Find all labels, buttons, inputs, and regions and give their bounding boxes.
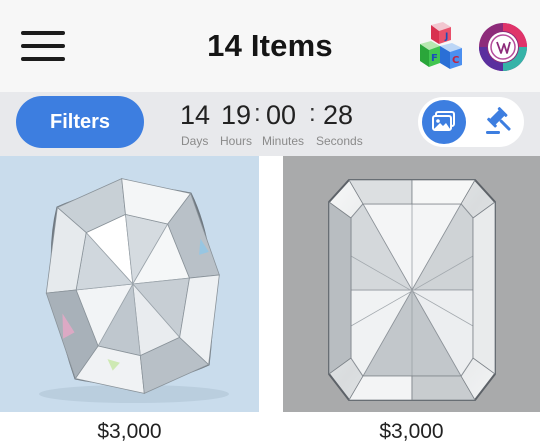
product-price: $3,000 (97, 420, 162, 443)
abc-blocks-icon[interactable]: J F C (416, 22, 466, 72)
countdown-seconds: 28 (323, 100, 354, 130)
toolbar: Filters 14 19 : 00 : 28 Days Hours Minut… (0, 92, 540, 156)
block-letter-c: C (452, 55, 459, 66)
gallery-view-button[interactable] (422, 100, 466, 144)
countdown-separator: : (309, 100, 316, 127)
countdown-separator: : (254, 100, 261, 127)
radiant-diamond-image (328, 179, 496, 401)
countdown-minutes-label: Minutes (262, 134, 305, 148)
countdown-hours-label: Hours (220, 134, 253, 148)
view-toggle (418, 97, 524, 147)
countdown-days: 14 (180, 100, 211, 130)
countdown-hours: 19 (221, 100, 252, 130)
auction-view-button[interactable] (474, 100, 518, 144)
gallery-view-icon (432, 111, 455, 131)
filters-button[interactable]: Filters (16, 96, 144, 148)
page-title: 14 Items (207, 28, 333, 63)
product-card[interactable]: $3,000 (283, 156, 540, 444)
product-image[interactable] (283, 156, 540, 412)
countdown-days-label: Days (181, 134, 209, 148)
brand-logo-icon[interactable] (478, 22, 528, 72)
menu-icon[interactable] (21, 30, 65, 62)
block-letter-j: J (444, 32, 448, 42)
app-header: 14 Items J F C (0, 0, 540, 92)
auction-gavel-icon (486, 107, 511, 134)
auction-countdown: 14 19 : 00 : 28 Days Hours Minutes Secon… (178, 100, 368, 150)
product-grid: $3,000 $3,000 (0, 156, 540, 444)
cushion-diamond-image (39, 178, 229, 403)
product-card[interactable]: $3,000 (0, 156, 259, 444)
product-price: $3,000 (379, 420, 444, 443)
countdown-seconds-label: Seconds (316, 134, 363, 148)
block-letter-f: F (431, 53, 438, 64)
countdown-minutes: 00 (266, 100, 297, 130)
product-image[interactable] (0, 156, 259, 412)
